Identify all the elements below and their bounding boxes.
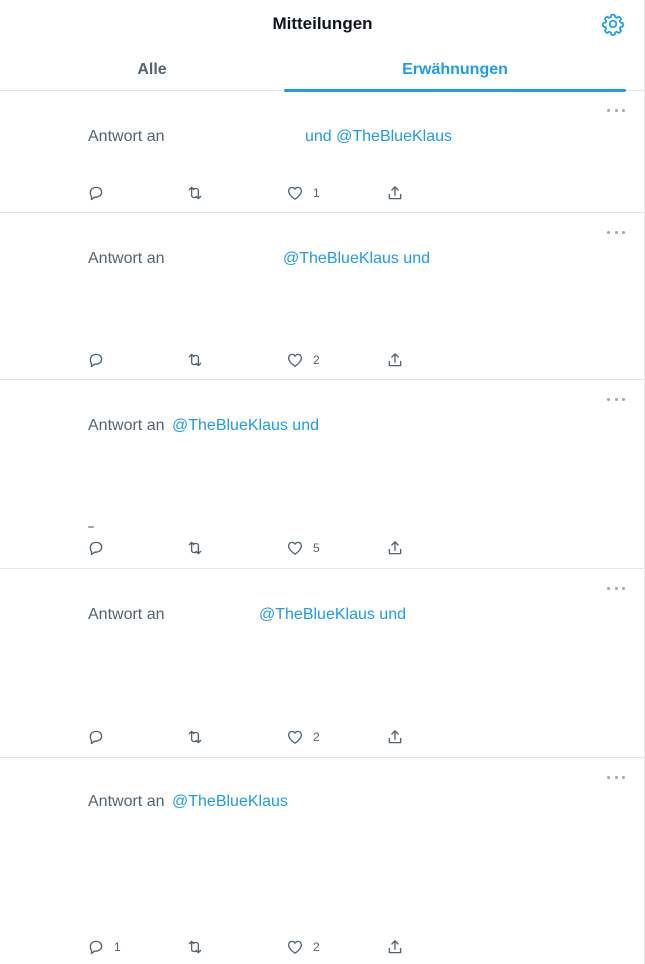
retweet-button[interactable] — [186, 937, 213, 957]
notifications-screen: Mitteilungen Alle Erwähnungen Antwort an… — [0, 0, 645, 964]
more-options-icon[interactable] — [607, 104, 625, 116]
share-button[interactable] — [386, 183, 404, 203]
share-button[interactable] — [386, 727, 404, 747]
like-button[interactable]: 2 — [286, 350, 320, 370]
header: Mitteilungen — [0, 0, 645, 48]
tweet-actions: 2 — [0, 350, 645, 370]
reply-button[interactable] — [87, 350, 114, 370]
share-icon — [388, 730, 402, 744]
heart-icon — [287, 353, 303, 367]
like-count: 2 — [313, 353, 320, 367]
retweet-icon — [188, 730, 202, 744]
tab-label: Erwähnungen — [402, 60, 508, 78]
like-button[interactable]: 5 — [286, 538, 320, 558]
share-button[interactable] — [386, 937, 404, 957]
retweet-icon — [188, 353, 202, 367]
mentioned-handles[interactable]: @TheBlueKlaus — [172, 793, 288, 811]
tab-erwaehnungen[interactable]: Erwähnungen — [284, 48, 626, 92]
reply-button[interactable]: 1 — [87, 937, 121, 957]
heart-icon — [287, 940, 303, 954]
clipped-text-fragment — [88, 526, 94, 528]
reply-count: 1 — [114, 940, 121, 954]
reply-icon — [89, 940, 103, 955]
reply-icon — [89, 353, 103, 368]
like-button[interactable]: 2 — [286, 937, 320, 957]
tweet-actions: 2 — [0, 727, 645, 747]
retweet-button[interactable] — [186, 183, 213, 203]
tweet-actions: 1 — [0, 183, 645, 203]
retweet-button[interactable] — [186, 727, 213, 747]
like-count: 5 — [313, 541, 320, 555]
reply-icon — [89, 541, 103, 556]
share-icon — [388, 186, 402, 200]
heart-icon — [287, 541, 303, 555]
retweet-icon — [188, 940, 202, 954]
tweet-item[interactable]: Antwort an @TheBlueKlaus 1 2 — [0, 758, 645, 964]
more-options-icon[interactable] — [607, 226, 625, 238]
reply-icon — [89, 730, 103, 745]
mentioned-handles[interactable]: @TheBlueKlaus und — [172, 417, 319, 435]
like-count: 2 — [313, 730, 320, 744]
tab-label: Alle — [137, 60, 167, 78]
like-button[interactable]: 1 — [286, 183, 320, 203]
reply-button[interactable] — [87, 183, 114, 203]
reply-prefix: Antwort an — [88, 250, 165, 267]
gear-icon[interactable] — [601, 12, 625, 36]
heart-icon — [287, 730, 303, 744]
mentioned-handles[interactable]: und @TheBlueKlaus — [305, 128, 452, 146]
like-count: 2 — [313, 940, 320, 954]
more-options-icon[interactable] — [607, 771, 625, 783]
mentioned-handles[interactable]: @TheBlueKlaus und — [283, 250, 430, 268]
retweet-icon — [188, 186, 202, 200]
more-options-icon[interactable] — [607, 582, 625, 594]
share-icon — [388, 353, 402, 367]
reply-button[interactable] — [87, 727, 114, 747]
reply-prefix: Antwort an — [88, 417, 165, 434]
share-icon — [388, 541, 402, 555]
tweet-item[interactable]: Antwort an und @TheBlueKlaus 1 — [0, 91, 645, 213]
share-icon — [388, 940, 402, 954]
retweet-button[interactable] — [186, 350, 213, 370]
heart-icon — [287, 186, 303, 200]
like-count: 1 — [313, 186, 320, 200]
share-button[interactable] — [386, 350, 404, 370]
reply-icon — [89, 186, 103, 201]
like-button[interactable]: 2 — [286, 727, 320, 747]
reply-button[interactable] — [87, 538, 114, 558]
tweet-actions: 1 2 — [0, 937, 645, 957]
retweet-button[interactable] — [186, 538, 213, 558]
retweet-icon — [188, 541, 202, 555]
page-title: Mitteilungen — [272, 14, 373, 33]
tweet-item[interactable]: Antwort an @TheBlueKlaus und 2 — [0, 569, 645, 758]
tweet-item[interactable]: Antwort an @TheBlueKlaus und 2 — [0, 213, 645, 380]
mentioned-handles[interactable]: @TheBlueKlaus und — [259, 606, 406, 624]
more-options-icon[interactable] — [607, 393, 625, 405]
reply-prefix: Antwort an — [88, 128, 165, 145]
tab-alle[interactable]: Alle — [0, 48, 304, 91]
reply-prefix: Antwort an — [88, 606, 165, 623]
share-button[interactable] — [386, 538, 404, 558]
tweet-actions: 5 — [0, 538, 645, 558]
reply-prefix: Antwort an — [88, 793, 165, 810]
tab-bar: Alle Erwähnungen — [0, 48, 645, 92]
tweet-item[interactable]: Antwort an @TheBlueKlaus und 5 — [0, 380, 645, 569]
